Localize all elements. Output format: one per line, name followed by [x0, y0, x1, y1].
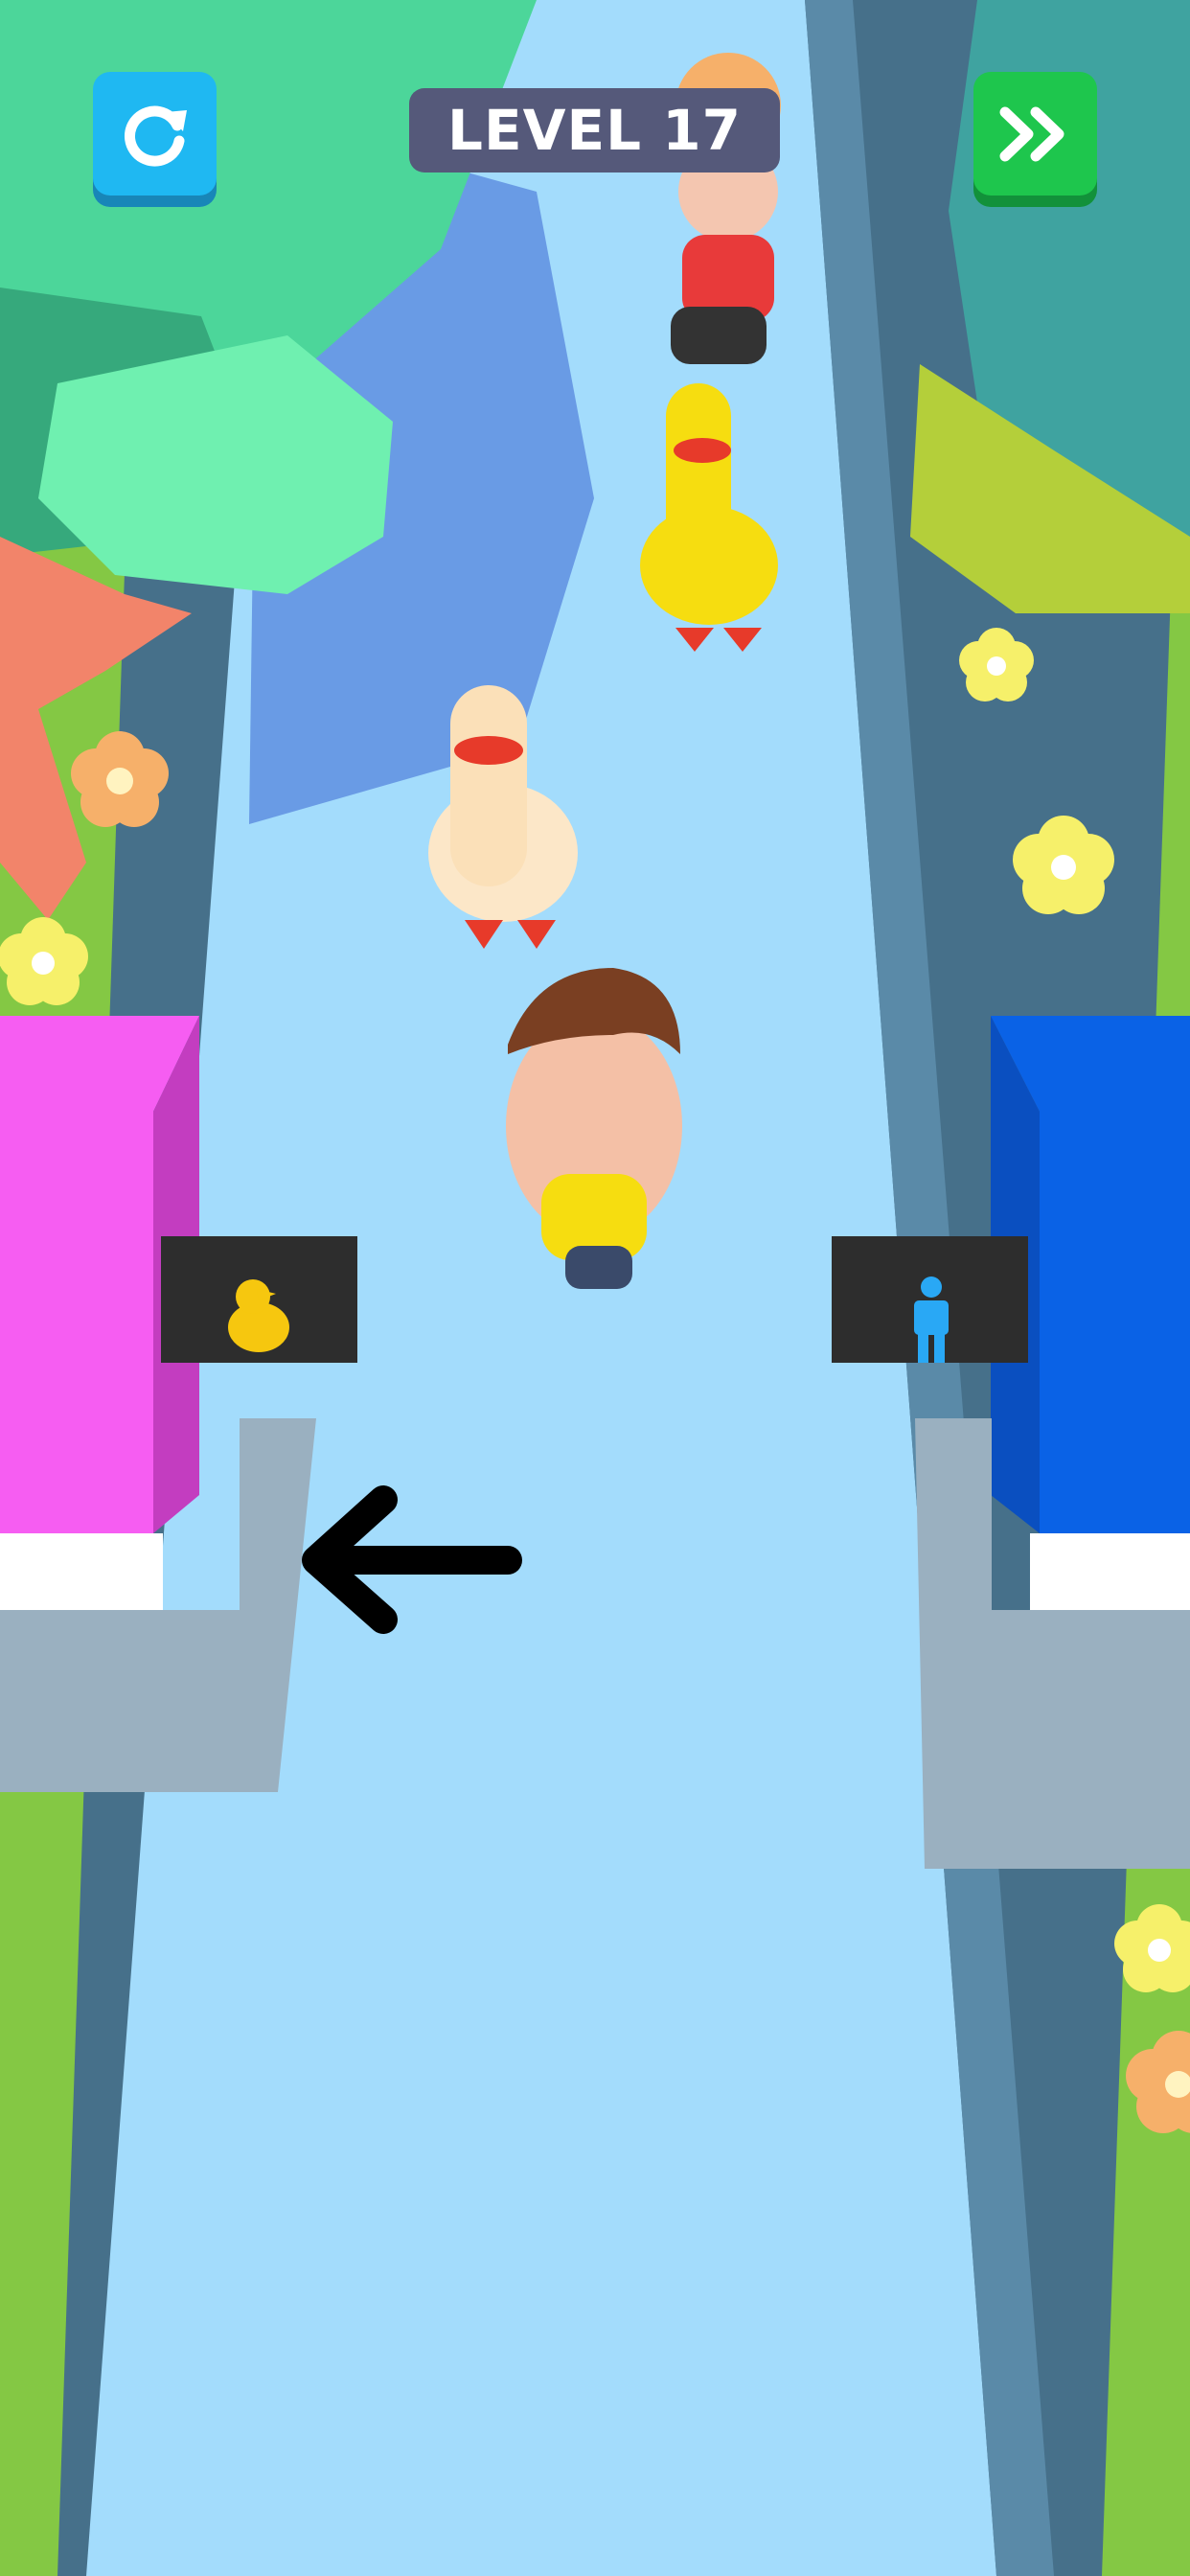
- level-indicator: LEVEL 17: [409, 88, 780, 172]
- gate-right-sign: [832, 1236, 1028, 1363]
- skip-level-button[interactable]: [973, 72, 1097, 196]
- fast-forward-icon: [999, 106, 1064, 161]
- restart-icon: [124, 105, 187, 166]
- restart-button[interactable]: [93, 72, 217, 196]
- level-label: LEVEL 17: [447, 98, 742, 163]
- game-scene: [0, 0, 1190, 2576]
